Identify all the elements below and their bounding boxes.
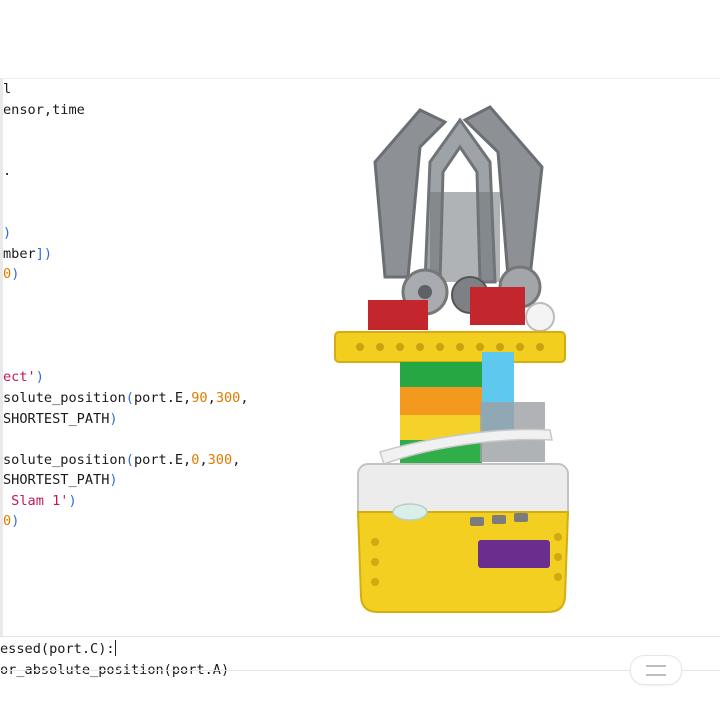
code-token: ) (109, 472, 118, 489)
code-token: ]) (35, 245, 53, 262)
code-token: port.E, (133, 451, 192, 468)
code-line[interactable]: SHORTEST_PATH) (3, 409, 249, 430)
code-token: ) (68, 492, 77, 509)
code-line[interactable] (3, 306, 249, 327)
code-token: port.E, (133, 389, 192, 406)
code-line[interactable]: SHORTEST_PATH) (3, 470, 249, 491)
code-line[interactable]: Slam 1') (3, 491, 249, 512)
code-token: SHORTEST_PATH (3, 472, 110, 489)
code-line[interactable] (3, 429, 249, 450)
code-line[interactable] (3, 347, 249, 368)
code-token: solute_position (3, 389, 126, 406)
code-token: 300 (207, 451, 233, 468)
console-bar: essed(port.C): or_absolute_position(port… (0, 636, 720, 720)
code-token: ( (125, 389, 134, 406)
red-brick (368, 300, 428, 330)
code-token: ) (11, 266, 20, 283)
code-line[interactable] (3, 120, 249, 141)
code-line[interactable]: ect') (3, 367, 249, 388)
code-token: , (207, 389, 216, 406)
white-gear-icon (525, 302, 555, 332)
code-token: ect' (3, 369, 36, 386)
code-line[interactable]: mber]) (3, 244, 249, 265)
code-line[interactable] (3, 203, 249, 224)
code-line[interactable] (3, 285, 249, 306)
code-token: SHORTEST_PATH (3, 410, 110, 427)
code-line[interactable]: solute_position(port.E,0,300, (3, 450, 249, 471)
code-token: 0 (3, 513, 12, 530)
code-line[interactable]: ) (3, 223, 249, 244)
code-line[interactable]: 0) (3, 511, 249, 532)
code-token: 90 (191, 389, 208, 406)
purple-panel (478, 540, 550, 568)
code-token: 300 (215, 389, 241, 406)
code-line[interactable]: l (3, 79, 249, 100)
code-line[interactable]: 0) (3, 264, 249, 285)
code-token: Slam 1' (3, 492, 69, 509)
code-token: , (232, 451, 241, 468)
code-token: . (3, 163, 12, 180)
code-line[interactable]: ensor,time (3, 100, 249, 121)
code-token: l (3, 81, 12, 97)
code-line[interactable] (3, 326, 249, 347)
code-token: ) (109, 410, 118, 427)
robot-video-overlay (334, 105, 570, 613)
code-token: ) (35, 369, 44, 386)
red-brick (470, 287, 525, 325)
handle-bars-icon (646, 664, 666, 676)
green-brick (400, 362, 482, 387)
yellow-beam (334, 331, 566, 363)
code-token: , (199, 451, 208, 468)
screen: l ensor,time . ) mber]) 0) ect') solute_posi… (0, 0, 720, 720)
code-token: ) (3, 225, 12, 242)
code-line[interactable]: . (3, 161, 249, 182)
code-token: ensor,time (3, 101, 85, 118)
code-token: ) (11, 513, 20, 530)
bottom-divider (0, 670, 720, 671)
orange-brick (400, 387, 482, 415)
top-toolbar-area (0, 0, 720, 79)
bottom-line-1-text: essed(port.C): (0, 641, 115, 657)
code-token: , (240, 389, 249, 406)
code-token: ( (125, 451, 134, 468)
drag-handle-button[interactable] (630, 655, 682, 685)
bottom-line-1[interactable]: essed(port.C): (0, 640, 116, 657)
port-icon (470, 517, 484, 526)
text-cursor (114, 640, 116, 656)
code-line[interactable] (3, 182, 249, 203)
port-icon (492, 515, 506, 524)
code-line[interactable]: solute_position(port.E,90,300, (3, 388, 249, 409)
code-token: mber (3, 245, 36, 262)
code-line[interactable] (3, 141, 249, 162)
arch-back (430, 192, 500, 282)
code-token: 0 (3, 266, 12, 283)
bottom-code-text[interactable]: essed(port.C): or_absolute_position(port… (0, 639, 229, 680)
hub-button-icon (392, 503, 428, 521)
port-icon (514, 513, 528, 522)
code-token: solute_position (3, 451, 126, 468)
gear-hub (418, 285, 432, 299)
code-text[interactable]: l ensor,time . ) mber]) 0) ect') solute_posi… (3, 79, 249, 532)
